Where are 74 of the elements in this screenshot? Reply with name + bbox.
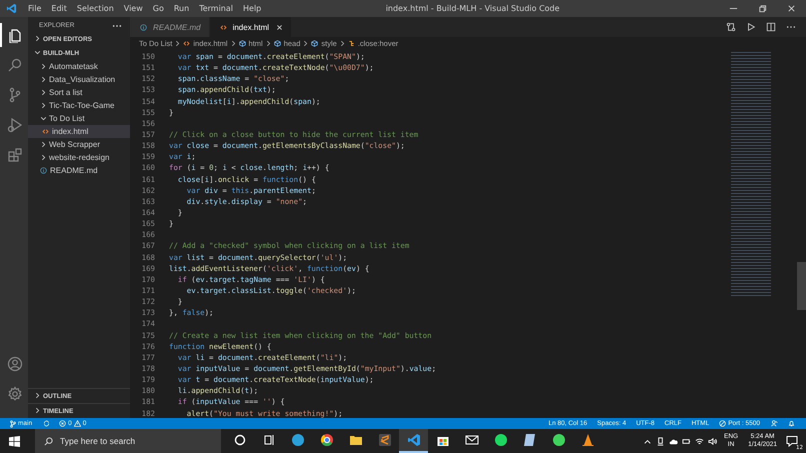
person-icon[interactable] — [771, 420, 778, 427]
close-icon[interactable] — [787, 4, 796, 13]
tree-item-label: Automatetask — [49, 62, 98, 71]
code-file-icon — [220, 24, 227, 30]
tree-item[interactable]: To Do List — [28, 112, 130, 125]
tree-item[interactable]: index.html — [28, 125, 130, 138]
menu-item[interactable]: Terminal — [199, 4, 233, 13]
notification-icon[interactable] — [786, 435, 798, 447]
tree-item-label: Tic-Tac-Toe-Game — [49, 101, 114, 110]
style-rule-icon — [348, 40, 355, 47]
tree-item[interactable]: Tic-Tac-Toe-Game — [28, 99, 130, 112]
code-file-icon — [42, 128, 49, 135]
chevron-right-icon — [264, 40, 272, 47]
tree-item[interactable]: Sort a list — [28, 86, 130, 99]
menu-item[interactable]: View — [124, 4, 143, 13]
chevron-down-icon[interactable] — [40, 115, 47, 122]
info-icon — [140, 24, 147, 30]
menu-item[interactable]: File — [28, 4, 42, 13]
device-icon[interactable] — [656, 436, 665, 446]
tree-item[interactable]: Automatetask — [28, 60, 130, 73]
cube-icon — [274, 40, 281, 47]
chevron-right-icon — [338, 40, 346, 47]
more-icon[interactable] — [112, 24, 122, 28]
code-editor-icon[interactable] — [399, 429, 428, 453]
chevron-right-icon[interactable] — [34, 407, 41, 414]
chevron-right-icon[interactable] — [34, 392, 41, 399]
tree-item[interactable]: Web Scrapper — [28, 138, 130, 151]
menu-item[interactable]: Go — [152, 4, 164, 13]
cloud-icon[interactable] — [668, 436, 678, 446]
tree-item-label: Sort a list — [49, 88, 82, 97]
split-editor-icon[interactable] — [766, 22, 776, 32]
tree-item-label: Data_Visualization — [49, 75, 116, 84]
tree-item-label: index.html — [52, 127, 88, 136]
no-entry-icon — [719, 420, 726, 427]
wifi-icon[interactable] — [694, 436, 704, 446]
search-icon — [44, 436, 53, 446]
cube-icon — [238, 40, 246, 47]
window-title: index.html - Build-MLH - Visual Studio Code — [384, 4, 561, 13]
chevron-right-icon[interactable] — [34, 35, 41, 42]
chevron-right-icon — [174, 40, 182, 47]
cube-icon — [311, 40, 318, 47]
menu-item[interactable]: Help — [243, 4, 262, 13]
scrollbar-thumb[interactable] — [797, 262, 806, 310]
play-icon[interactable] — [746, 22, 756, 32]
error-icon — [59, 420, 66, 427]
warning-icon — [74, 420, 81, 427]
menu-item[interactable]: Run — [174, 4, 190, 13]
tree-item-label: website-redesign — [49, 153, 110, 162]
compare-icon[interactable] — [726, 22, 736, 32]
windows-logo-icon[interactable] — [9, 436, 20, 446]
tree-item[interactable]: README.md — [28, 164, 130, 177]
speaker-icon[interactable] — [708, 436, 717, 446]
sync-icon[interactable] — [43, 420, 50, 427]
bell-icon[interactable] — [788, 420, 795, 427]
branch-icon — [10, 420, 16, 428]
code-editor-logo-icon — [6, 3, 17, 14]
menu-item[interactable]: Edit — [51, 4, 67, 13]
menu-item[interactable]: Selection — [76, 4, 114, 13]
tree-item[interactable]: Data_Visualization — [28, 73, 130, 86]
battery-icon[interactable] — [682, 436, 691, 446]
code-file-icon — [183, 40, 190, 47]
close-icon[interactable] — [276, 24, 284, 30]
chevron-right-icon — [302, 40, 310, 47]
tree-item-label: README.md — [50, 166, 98, 175]
restore-icon[interactable] — [758, 4, 767, 13]
tree-item-label: To Do List — [49, 114, 85, 123]
tree-item-label: Web Scrapper — [49, 140, 100, 149]
editor-tab[interactable]: index.html — [210, 17, 292, 37]
tree-item[interactable]: website-redesign — [28, 151, 130, 164]
search-field[interactable]: Type here to search — [35, 429, 221, 453]
info-icon — [40, 167, 47, 174]
chevron-right-icon — [230, 40, 237, 47]
chevron-down-icon[interactable] — [34, 49, 41, 56]
editor-tab[interactable]: README.md — [130, 17, 210, 37]
